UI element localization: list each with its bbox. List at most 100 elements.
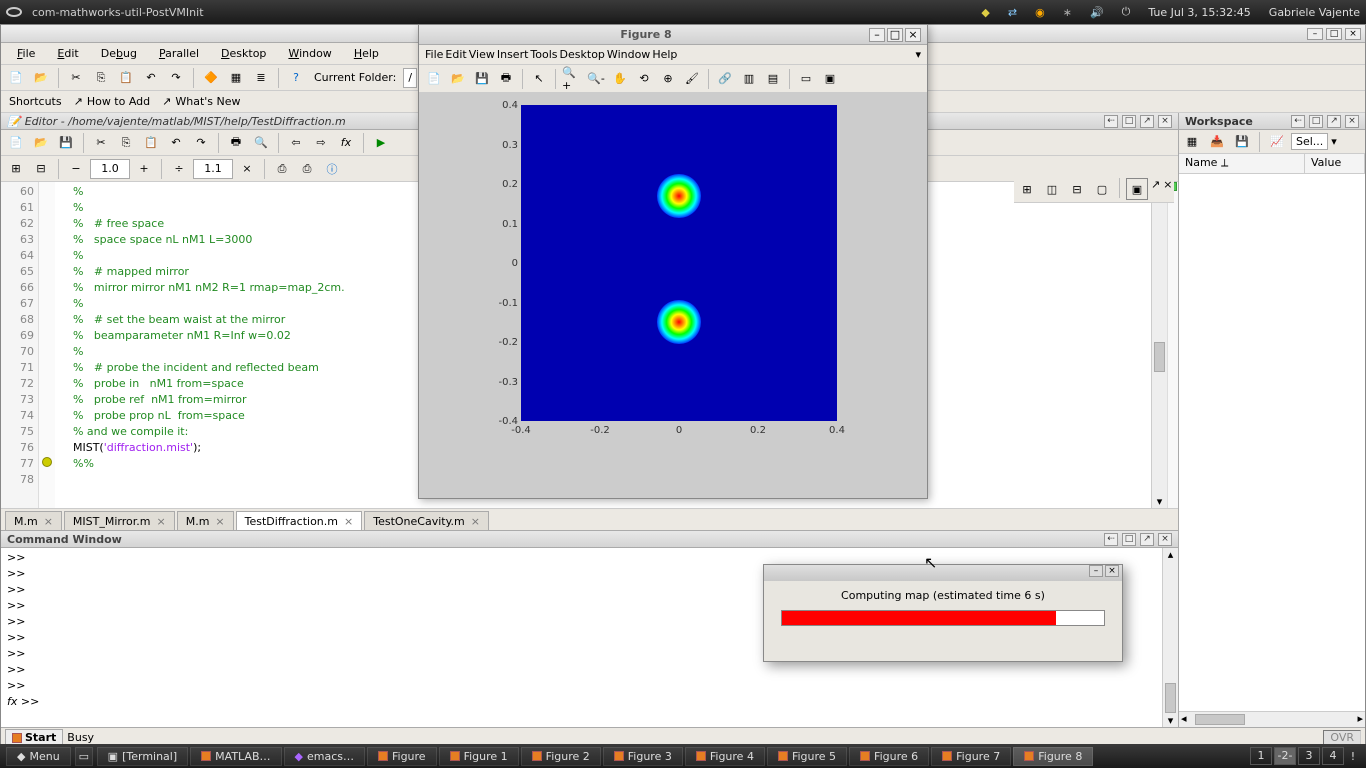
open-icon[interactable]: 📂: [30, 132, 52, 154]
cut-icon[interactable]: ✂: [90, 132, 112, 154]
scroll-thumb[interactable]: [1154, 342, 1165, 372]
sub-close-icon[interactable]: ×: [1163, 178, 1172, 200]
taskbar-item[interactable]: Figure 1: [439, 747, 519, 766]
fig-menu-edit[interactable]: Edit: [445, 48, 466, 61]
fig-hideplot-icon[interactable]: ▭: [795, 68, 817, 90]
shortcut-how-to-add[interactable]: ↗ How to Add: [74, 95, 151, 108]
fig-legend-icon[interactable]: ▤: [762, 68, 784, 90]
guide-icon[interactable]: ▦: [225, 67, 247, 89]
scroll-thumb[interactable]: [1195, 714, 1245, 725]
bluetooth-icon[interactable]: ∗: [1063, 6, 1072, 19]
cell-increment-icon[interactable]: ⊞: [5, 158, 27, 180]
fig-menu-more-icon[interactable]: ▾: [915, 48, 921, 61]
editor-tab[interactable]: TestOneCavity.m×: [364, 511, 489, 530]
tile-all-icon[interactable]: ⊞: [1016, 178, 1038, 200]
fig-colorbar-icon[interactable]: ▥: [738, 68, 760, 90]
fig-zoomout-icon[interactable]: 🔍-: [585, 68, 607, 90]
network-icon[interactable]: ⇄: [1008, 6, 1017, 19]
new-file-icon[interactable]: 📄: [5, 67, 27, 89]
chevron-down-icon[interactable]: ▾: [1331, 135, 1337, 148]
plus-icon[interactable]: +: [133, 158, 155, 180]
volume-icon[interactable]: 🔊: [1090, 6, 1104, 19]
pager-workspace[interactable]: 1: [1250, 747, 1272, 765]
ws-plot-icon[interactable]: 📈: [1266, 131, 1288, 153]
cut-icon[interactable]: ✂: [65, 67, 87, 89]
info-icon[interactable]: ⓘ: [321, 158, 343, 180]
nav-fwd-icon[interactable]: ⇨: [310, 132, 332, 154]
editor-tab[interactable]: TestDiffraction.m×: [236, 511, 363, 530]
tile-left-right-icon[interactable]: ◫: [1041, 178, 1063, 200]
tile-top-bottom-icon[interactable]: ⊟: [1066, 178, 1088, 200]
fig-open-icon[interactable]: 📂: [447, 68, 469, 90]
undo-icon[interactable]: ↶: [165, 132, 187, 154]
undo-icon[interactable]: ↶: [140, 67, 162, 89]
fig-menu-view[interactable]: View: [469, 48, 495, 61]
fig-datatip-icon[interactable]: ⊕: [657, 68, 679, 90]
publish-cfg-icon[interactable]: ⎙: [296, 158, 318, 180]
maximize-button[interactable]: □: [1326, 28, 1342, 40]
simulink-icon[interactable]: 🔶: [200, 67, 222, 89]
ws-new-icon[interactable]: ▦: [1181, 131, 1203, 153]
tile-single-icon[interactable]: ▣: [1126, 178, 1148, 200]
editor-tab[interactable]: MIST_Mirror.m×: [64, 511, 175, 530]
axes[interactable]: [521, 105, 837, 421]
ws-select-dropdown[interactable]: Sel...: [1291, 133, 1328, 150]
figure-titlebar[interactable]: Figure 8 – □ ×: [419, 25, 927, 45]
close-tab-icon[interactable]: ×: [471, 515, 480, 528]
pd-close-button[interactable]: ×: [1105, 565, 1119, 577]
workspace-body[interactable]: [1179, 174, 1365, 711]
ws-dock-icon[interactable]: ⇠: [1291, 115, 1305, 128]
minus-icon[interactable]: −: [65, 158, 87, 180]
taskbar-menu-button[interactable]: ◆Menu: [6, 747, 71, 766]
editor-tab[interactable]: M.m×: [5, 511, 62, 530]
fig-save-icon[interactable]: 💾: [471, 68, 493, 90]
editor-dock-icon[interactable]: ⇠: [1104, 115, 1118, 128]
fig-menu-desktop[interactable]: Desktop: [560, 48, 605, 61]
ws-col-name[interactable]: Name ⟂: [1179, 154, 1305, 173]
progress-titlebar[interactable]: – ×: [764, 565, 1122, 581]
taskbar-item[interactable]: ◆emacs…: [284, 747, 365, 766]
ws-restore-icon[interactable]: □: [1309, 115, 1323, 128]
ws-save-icon[interactable]: 💾: [1231, 131, 1253, 153]
run-icon[interactable]: ▶: [370, 132, 392, 154]
open-folder-icon[interactable]: 📂: [30, 67, 52, 89]
close-tab-icon[interactable]: ×: [215, 515, 224, 528]
editor-close-icon[interactable]: ×: [1158, 115, 1172, 128]
taskbar-item[interactable]: Figure 7: [931, 747, 1011, 766]
fig-menu-tools[interactable]: Tools: [530, 48, 557, 61]
profiler-icon[interactable]: ≣: [250, 67, 272, 89]
menu-help[interactable]: Help: [344, 45, 389, 62]
fig-menu-window[interactable]: Window: [607, 48, 650, 61]
figure-canvas[interactable]: -0.4-0.3-0.2-0.100.10.20.30.4 -0.4-0.200…: [419, 93, 927, 498]
activities-icon[interactable]: [6, 7, 22, 17]
menu-parallel[interactable]: Parallel: [149, 45, 209, 62]
fig-close-button[interactable]: ×: [905, 28, 921, 42]
editor-undock-icon[interactable]: ↗: [1140, 115, 1154, 128]
new-script-icon[interactable]: 📄: [5, 132, 27, 154]
updates-icon[interactable]: ◉: [1035, 6, 1045, 19]
fig-print-icon[interactable]: 🖶: [495, 68, 517, 90]
taskbar-item[interactable]: Figure: [367, 747, 437, 766]
workspace-hscrollbar[interactable]: ◂ ▸: [1179, 711, 1365, 727]
help-icon[interactable]: ?: [285, 67, 307, 89]
fig-rotate-icon[interactable]: ⟲: [633, 68, 655, 90]
shortcut-whats-new[interactable]: ↗ What's New: [162, 95, 240, 108]
close-tab-icon[interactable]: ×: [344, 515, 353, 528]
user-menu[interactable]: Gabriele Vajente: [1269, 6, 1360, 19]
fig-pan-icon[interactable]: ✋: [609, 68, 631, 90]
fig-menu-insert[interactable]: Insert: [497, 48, 529, 61]
show-desktop-button[interactable]: ▭: [75, 747, 93, 766]
ws-close-icon[interactable]: ×: [1345, 115, 1359, 128]
fig-zoomin-icon[interactable]: 🔍+: [561, 68, 583, 90]
print-icon[interactable]: 🖶: [225, 132, 247, 154]
fig-pointer-icon[interactable]: ↖: [528, 68, 550, 90]
taskbar-item[interactable]: Figure 4: [685, 747, 765, 766]
menu-file[interactable]: File: [7, 45, 45, 62]
tile-float-icon[interactable]: ▢: [1091, 178, 1113, 200]
publish-icon[interactable]: ⎙: [271, 158, 293, 180]
find-icon[interactable]: 🔍: [250, 132, 272, 154]
fig-menu-file[interactable]: File: [425, 48, 443, 61]
cw-close-icon[interactable]: ×: [1158, 533, 1172, 546]
close-tab-icon[interactable]: ×: [44, 515, 53, 528]
shield-icon[interactable]: ◆: [981, 6, 989, 19]
